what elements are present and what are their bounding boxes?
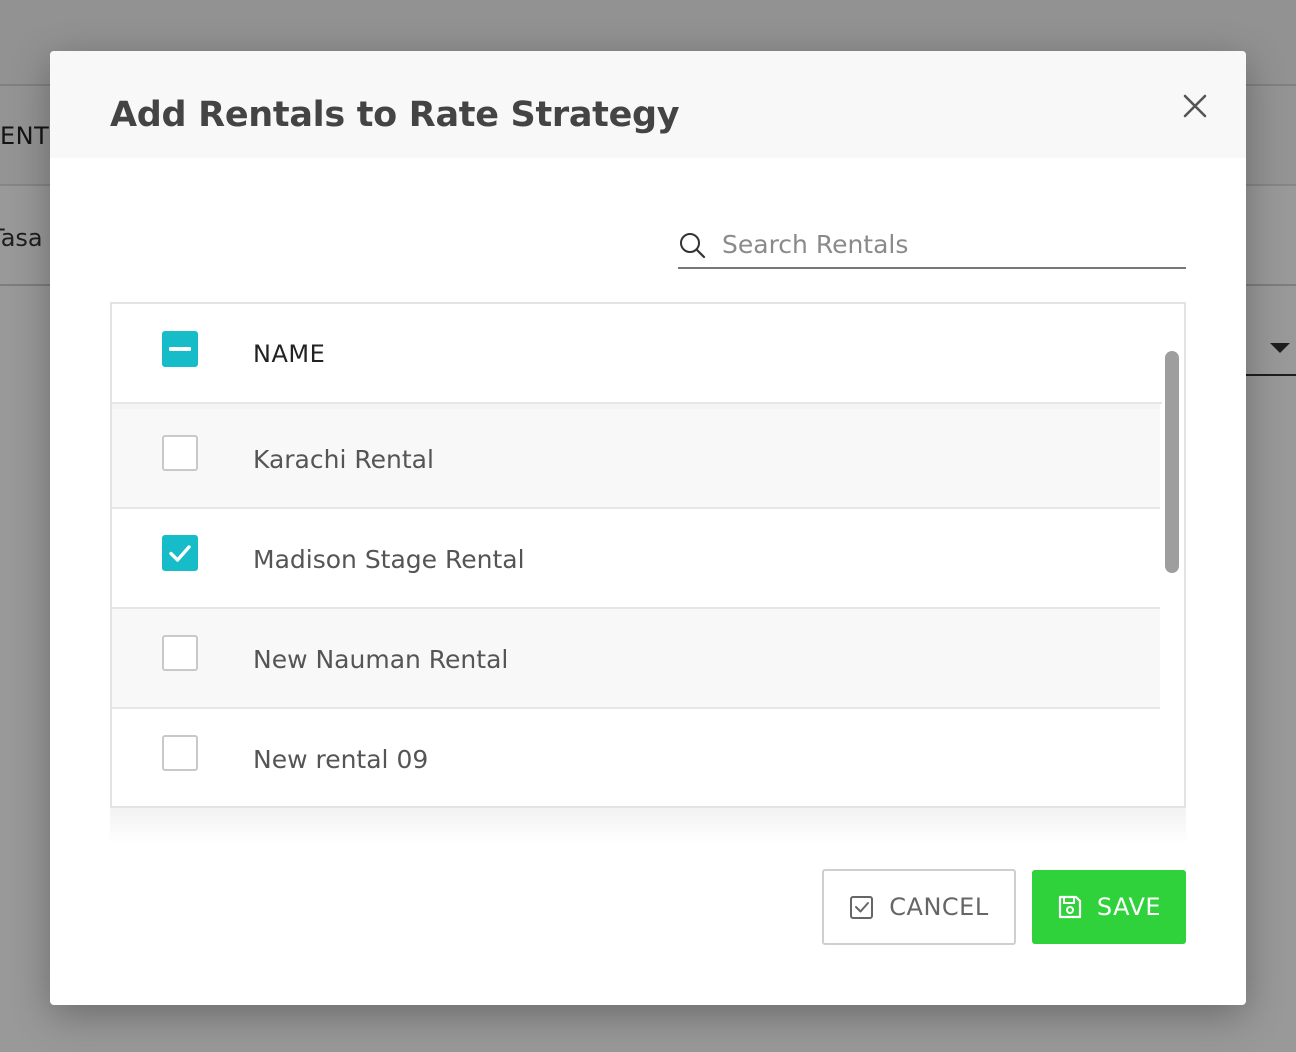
- save-label: SAVE: [1096, 893, 1162, 921]
- floppy-disk-icon: [1058, 895, 1082, 919]
- rental-name: New rental 09: [253, 745, 429, 774]
- table-row[interactable]: Karachi Rental: [112, 409, 1160, 509]
- checkbox-icon: [850, 896, 874, 919]
- indeterminate-icon: [169, 347, 191, 351]
- rentals-table: NAME Karachi Rental Madison Stage Rental…: [110, 302, 1186, 808]
- rental-name: New Nauman Rental: [253, 645, 509, 674]
- close-button[interactable]: [1178, 89, 1212, 123]
- column-header-name: NAME: [253, 340, 326, 368]
- modal-title: Add Rentals to Rate Strategy: [110, 95, 680, 135]
- checkmark-icon: [169, 545, 191, 562]
- save-button[interactable]: SAVE: [1032, 870, 1186, 944]
- row-checkbox[interactable]: [162, 735, 198, 771]
- table-shadow: [110, 808, 1186, 844]
- cancel-button[interactable]: CANCEL: [822, 869, 1016, 945]
- row-checkbox[interactable]: [162, 635, 198, 671]
- search-icon: [680, 233, 706, 259]
- table-row[interactable]: New Nauman Rental: [112, 609, 1160, 709]
- table-row[interactable]: Madison Stage Rental: [112, 509, 1160, 609]
- add-rentals-modal: Add Rentals to Rate Strategy NAME Karach…: [50, 51, 1246, 1005]
- select-all-checkbox[interactable]: [162, 331, 198, 367]
- close-icon: [1183, 94, 1207, 118]
- row-checkbox[interactable]: [162, 535, 198, 571]
- scrollbar-thumb[interactable]: [1165, 351, 1179, 573]
- rental-name: Karachi Rental: [253, 445, 434, 474]
- table-body: Karachi Rental Madison Stage Rental New …: [112, 409, 1160, 806]
- search-field: [678, 223, 1186, 269]
- rental-name: Madison Stage Rental: [253, 545, 525, 574]
- table-row[interactable]: New rental 09: [112, 709, 1160, 806]
- search-input[interactable]: [722, 223, 1182, 265]
- row-checkbox[interactable]: [162, 435, 198, 471]
- table-header: NAME: [112, 304, 1162, 404]
- cancel-label: CANCEL: [889, 893, 989, 921]
- modal-header: Add Rentals to Rate Strategy: [50, 51, 1246, 158]
